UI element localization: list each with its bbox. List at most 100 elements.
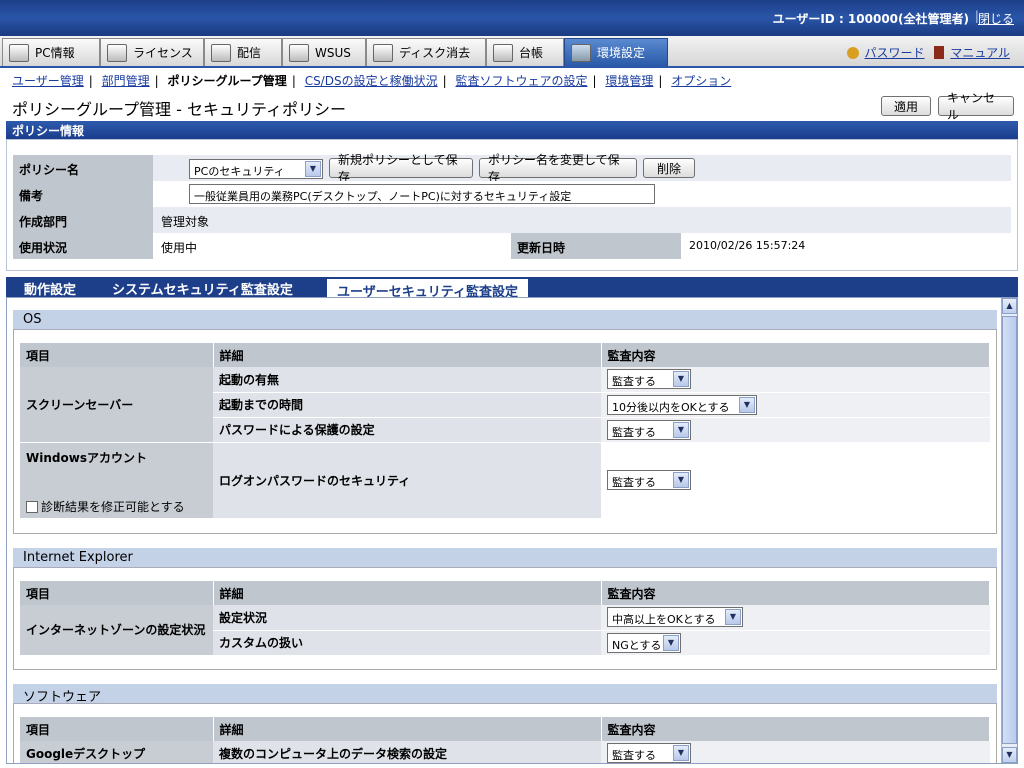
scroll-thumb[interactable]	[1002, 316, 1017, 744]
subnav-department-management[interactable]: 部門管理	[102, 74, 150, 88]
scroll-down-icon[interactable]: ▼	[1002, 747, 1017, 763]
subnav-environment[interactable]: 環境管理	[605, 74, 653, 88]
subnav-sep: |	[658, 74, 663, 88]
tab-label: 環境設定	[597, 46, 646, 60]
subnav-sep: |	[88, 74, 93, 88]
audit-select[interactable]: 中高以上をOKとする ▼	[607, 607, 743, 628]
detail-cell: 複数のコンピュータ上のデータ検索の設定	[213, 741, 601, 763]
audit-cell: 監査する ▼	[601, 741, 990, 763]
top-links: パスワード マニュアル	[841, 44, 1010, 61]
subnav-options[interactable]: オプション	[671, 74, 731, 88]
dept-value: 管理対象	[153, 207, 1011, 233]
updated-label: 更新日時	[511, 233, 681, 259]
policy-name-label: ポリシー名	[13, 155, 153, 181]
disk-erase-icon	[373, 43, 393, 62]
select-value: 10分後以内をOKとする	[612, 400, 730, 414]
note-label: 備考	[13, 181, 153, 207]
top-bar: ユーザーID : 100000(全社管理者) | 閉じる	[0, 0, 1024, 36]
fix-checkbox-row[interactable]: 診断結果を修正可能とする	[26, 498, 207, 515]
col-audit: 監査内容	[601, 343, 990, 367]
audit-select[interactable]: 監査する ▼	[607, 743, 691, 763]
col-item: 項目	[20, 581, 214, 605]
policy-info-panel: ポリシー名 PCのセキュリティ ▼ 新規ポリシーとして保存 ポリシー名を変更して保…	[6, 139, 1018, 271]
tab-wsus[interactable]: WSUS	[282, 38, 366, 66]
col-detail: 詳細	[213, 343, 602, 367]
cancel-button[interactable]: キャンセル	[938, 91, 1014, 122]
subnav-sep: |	[592, 74, 597, 88]
detail-cell: 設定状況	[213, 605, 601, 631]
col-item: 項目	[20, 343, 214, 367]
vertical-scrollbar[interactable]: ▲ ▼	[1001, 298, 1017, 763]
manual-link[interactable]: マニュアル	[950, 46, 1010, 60]
audit-select[interactable]: NGとする ▼	[607, 632, 681, 653]
settings-icon	[571, 43, 591, 62]
tab-disk-erase[interactable]: ディスク消去	[366, 38, 486, 66]
status-value: 使用中	[153, 233, 511, 259]
note-row: 備考 一般従業員用の業務PC(デスクトップ、ノートPC)に対するセキュリティ設定	[13, 181, 1011, 207]
policy-name-select[interactable]: PCのセキュリティ ▼	[189, 159, 323, 179]
subnav-sep: |	[154, 74, 159, 88]
tab-label: 配信	[237, 46, 262, 60]
ie-zone-label: インターネットゾーンの設定状況	[20, 605, 213, 656]
audit-cell: NGとする ▼	[601, 630, 990, 656]
license-icon	[107, 43, 127, 62]
audit-cell: 10分後以内をOKとする ▼	[601, 392, 990, 418]
subnav-user-management[interactable]: ユーザー管理	[12, 74, 84, 88]
chevron-down-icon: ▼	[673, 745, 689, 762]
select-value: NGとする	[612, 638, 662, 652]
select-value: 監査する	[612, 476, 656, 489]
chevron-down-icon: ▼	[673, 371, 689, 388]
google-desktop-label: Googleデスクトップ	[20, 741, 213, 763]
tab-ledger[interactable]: 台帳	[486, 38, 564, 66]
apply-button[interactable]: 適用	[881, 96, 931, 116]
windows-account-label: Windowsアカウント	[26, 450, 147, 465]
dept-row: 作成部門 管理対象	[13, 207, 1011, 233]
os-group: OS 項目 詳細 監査内容 スクリーンセーバー 起動の有無 監査する ▼ 起動まで…	[13, 310, 997, 534]
tab-delivery[interactable]: 配信	[204, 38, 282, 66]
fix-checkbox[interactable]	[26, 500, 38, 513]
audit-select[interactable]: 監査する ▼	[607, 470, 691, 490]
subnav-cs-ds-settings[interactable]: CS/DSの設定と稼働状況	[305, 74, 438, 88]
dept-label: 作成部門	[13, 207, 153, 233]
rename-save-button[interactable]: ポリシー名を変更して保存	[479, 153, 637, 184]
status-label: 使用状況	[13, 233, 153, 259]
table-row: スクリーンセーバー 起動の有無 監査する ▼	[20, 367, 990, 443]
tab-settings[interactable]: 環境設定	[564, 38, 668, 66]
select-value: 監査する	[612, 749, 656, 763]
chevron-down-icon: ▼	[305, 161, 321, 177]
book-icon	[934, 46, 945, 59]
audit-cell: 監査する ▼	[601, 442, 990, 519]
key-icon	[846, 47, 859, 59]
note-input[interactable]: 一般従業員用の業務PC(デスクトップ、ノートPC)に対するセキュリティ設定	[189, 184, 655, 204]
audit-select[interactable]: 監査する ▼	[607, 419, 691, 440]
col-audit: 監査内容	[601, 581, 990, 605]
save-as-new-button[interactable]: 新規ポリシーとして保存	[329, 153, 473, 184]
software-table: 項目 詳細 監査内容 Googleデスクトップ 複数のコンピュータ上のデータ検索…	[20, 717, 990, 763]
audit-select[interactable]: 10分後以内をOKとする ▼	[607, 394, 757, 415]
chevron-down-icon: ▼	[673, 421, 689, 438]
tab-behavior-settings[interactable]: 動作設定	[14, 277, 86, 298]
tab-label: PC情報	[35, 46, 75, 60]
policy-name-row: ポリシー名 PCのセキュリティ ▼ 新規ポリシーとして保存 ポリシー名を変更して保…	[13, 153, 1011, 184]
tab-license[interactable]: ライセンス	[100, 38, 204, 66]
tab-user-security-audit[interactable]: ユーザーセキュリティ監査設定	[326, 278, 529, 300]
delete-button[interactable]: 削除	[643, 158, 695, 178]
select-value: 監査する	[612, 425, 656, 439]
subnav-audit-software[interactable]: 監査ソフトウェアの設定	[455, 74, 587, 88]
tab-pc-info[interactable]: PC情報	[2, 38, 100, 66]
password-link[interactable]: パスワード	[865, 46, 925, 60]
chevron-down-icon: ▼	[725, 609, 741, 626]
user-info: ユーザーID : 100000(全社管理者)	[772, 12, 969, 26]
tab-system-security-audit[interactable]: システムセキュリティ監査設定	[102, 277, 303, 298]
policy-tab-bar: 動作設定 システムセキュリティ監査設定 ユーザーセキュリティ監査設定	[6, 277, 1018, 300]
scroll-up-icon[interactable]: ▲	[1002, 298, 1017, 314]
col-item: 項目	[20, 717, 214, 741]
delivery-icon	[211, 43, 231, 62]
close-link[interactable]: 閉じる	[978, 10, 1014, 27]
software-group: ソフトウェア 項目 詳細 監査内容 Googleデスクトップ 複数のコンピュータ…	[13, 684, 997, 763]
software-group-title: ソフトウェア	[13, 684, 997, 705]
sub-navigation: ユーザー管理 | 部門管理 | ポリシーグループ管理 | CS/DSの設定と稼働状況 |…	[12, 72, 731, 89]
select-value: 中高以上をOKとする	[612, 613, 716, 627]
audit-select[interactable]: 監査する ▼	[607, 369, 691, 390]
chevron-down-icon: ▼	[663, 634, 679, 651]
